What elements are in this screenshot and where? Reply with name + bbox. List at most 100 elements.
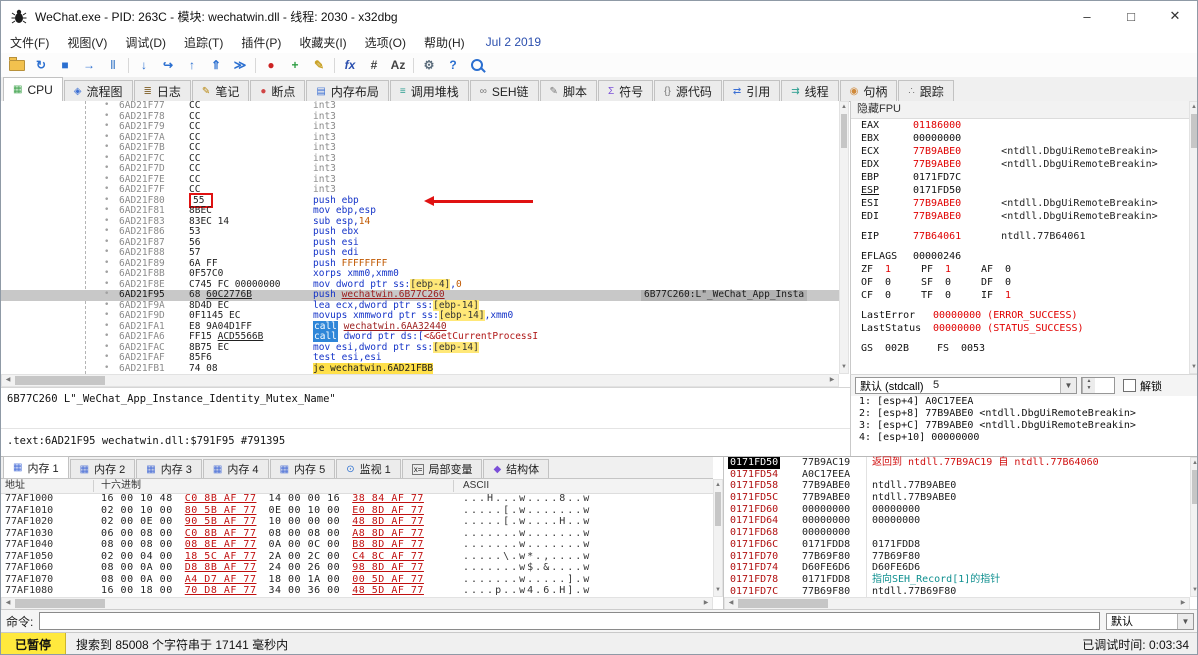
tab-source[interactable]: {} 源代码 — [654, 80, 722, 101]
breakpoint-dot-icon[interactable]: • — [104, 237, 109, 248]
argument-count-stepper[interactable]: 5 ▲ ▼ — [933, 377, 1115, 394]
register-row[interactable]: CF 0 TF 0 IF 1 — [851, 289, 1190, 302]
tab-dump3[interactable]: ▦ 内存 3 — [136, 459, 202, 478]
functions-fx-icon[interactable]: fx — [338, 55, 362, 76]
menu-item-view[interactable]: 视图(V) — [58, 31, 116, 53]
tab-threads[interactable]: ⇉ 线程 — [781, 80, 839, 101]
step-over-icon[interactable]: ↪ — [156, 55, 180, 76]
command-input[interactable] — [39, 612, 1100, 630]
arguments-pane[interactable]: 1: [esp+4] A0C17EEA 2: [esp+8] 77B9ABE0 <… — [850, 396, 1197, 456]
breakpoint-dot-icon[interactable]: • — [104, 268, 109, 279]
register-row[interactable]: LastStatus 00000000 (STATUS_SUCCESS) — [851, 322, 1190, 335]
dump-row[interactable]: 77AF1010 02 00 10 00 80 5B AF 77 0E 00 10 0… — [1, 505, 713, 517]
tab-trace[interactable]: ∴ 跟踪 — [898, 80, 954, 101]
pause-icon[interactable]: ‖ — [101, 55, 125, 76]
open-file-icon[interactable] — [5, 55, 29, 76]
tab-breakpoints[interactable]: ● 断点 — [250, 80, 306, 101]
register-row[interactable]: ESI 77B9ABE0 <ntdll.DbgUiRemoteBreakin> — [851, 197, 1190, 210]
breakpoint-dot-icon[interactable]: • — [104, 174, 109, 185]
step-out-icon[interactable]: ⇑ — [204, 55, 228, 76]
registers-pane[interactable]: 隐藏FPU EAX 01186000 EBX 00000000 ECX 77B9ABE0 <… — [850, 101, 1190, 374]
tab-handles[interactable]: ◉ 句柄 — [839, 80, 898, 101]
stack-row[interactable]: 0171FD70 77B69F80 77B69F80 — [724, 551, 1197, 563]
breakpoint-dot-icon[interactable]: • — [104, 310, 109, 321]
command-mode-select[interactable]: 默认 ▼ — [1106, 612, 1194, 630]
unlock-checkbox[interactable] — [1123, 379, 1136, 392]
menu-item-help[interactable]: 帮助(H) — [415, 31, 474, 53]
dump-vertical-scrollbar[interactable]: ▲ ▼ — [713, 479, 723, 597]
close-button[interactable]: ✕ — [1153, 1, 1197, 31]
maximize-button[interactable]: □ — [1109, 1, 1153, 31]
register-row[interactable]: LastError 00000000 (ERROR_SUCCESS) — [851, 309, 1190, 322]
breakpoint-dot-icon[interactable]: • — [104, 247, 109, 258]
breakpoint-dot-icon[interactable]: • — [104, 352, 109, 363]
dump-row[interactable]: 77AF1070 08 00 0A 00 A4 D7 AF 77 18 00 1A 0… — [1, 574, 713, 586]
memory-dump-pane[interactable]: ▦ 内存 1 ▦ 内存 2 ▦ 内存 3 ▦ 内存 4 ▦ 内存 5 ⊙ 监视 1 x= 局部变量 ◆ 结构体… — [1, 456, 723, 610]
comments-icon[interactable]: ✎ — [307, 55, 331, 76]
tab-script[interactable]: ✎ 脚本 — [539, 80, 597, 101]
stack-pane[interactable]: 0171FD50 77B9AC19 返回到 ntdll.77B9AC19 自 ntd… — [723, 457, 1197, 610]
disasm-row[interactable]: • 6AD21F88 57 push edi — [1, 247, 839, 259]
register-row[interactable]: EFLAGS 00000246 — [851, 250, 1190, 263]
step-into-icon[interactable]: ↓ — [132, 55, 156, 76]
disasm-row[interactable]: • 6AD21FAF 85F6 test esi,esi — [1, 352, 839, 364]
tab-references[interactable]: ⇄ 引用 — [722, 80, 781, 101]
breakpoint-dot-icon[interactable]: • — [104, 132, 109, 143]
register-row[interactable]: ESP 0171FD50 — [851, 184, 1190, 197]
breakpoint-dot-icon[interactable]: • — [104, 121, 109, 132]
dump-row[interactable]: 77AF1020 02 00 0E 00 90 5B AF 77 10 00 00 0… — [1, 516, 713, 528]
breakpoint-dot-icon[interactable]: • — [104, 289, 109, 300]
restart-icon[interactable]: ↻ — [29, 55, 53, 76]
disassembly-vertical-scrollbar[interactable]: ▲ ▼ — [839, 101, 849, 374]
unlock-checkbox-wrap[interactable]: 解锁 — [1123, 378, 1162, 394]
menu-item-trace[interactable]: 追踪(T) — [175, 31, 232, 53]
register-row[interactable]: GS 002B FS 0053 — [851, 342, 1190, 355]
trace-record-icon[interactable]: ● — [259, 55, 283, 76]
register-row[interactable]: EDX 77B9ABE0 <ntdll.DbgUiRemoteBreakin> — [851, 158, 1190, 171]
disasm-row[interactable]: • 6AD21F86 53 push ebx — [1, 226, 839, 238]
tab-dump4[interactable]: ▦ 内存 4 — [202, 459, 269, 478]
breakpoint-dot-icon[interactable]: • — [104, 184, 109, 195]
search-icon[interactable] — [465, 55, 489, 76]
dump-row[interactable]: 77AF1050 02 00 04 00 18 5C AF 77 2A 00 2C 0… — [1, 551, 713, 563]
disasm-row[interactable]: • 6AD21F77 CC int3 — [1, 101, 839, 112]
breakpoint-dot-icon[interactable]: • — [104, 205, 109, 216]
tab-dump1[interactable]: ▦ 内存 1 — [3, 456, 69, 478]
breakpoint-dot-icon[interactable]: • — [104, 163, 109, 174]
breakpoint-dot-icon[interactable]: • — [104, 321, 109, 332]
tab-locals[interactable]: x= 局部变量 — [401, 459, 483, 478]
register-row[interactable]: EBX 00000000 — [851, 132, 1190, 145]
register-row[interactable]: EDI 77B9ABE0 <ntdll.DbgUiRemoteBreakin> — [851, 210, 1190, 223]
menu-item-file[interactable]: 文件(F) — [1, 31, 58, 53]
breakpoint-dot-icon[interactable]: • — [104, 331, 109, 342]
stack-vertical-scrollbar[interactable]: ▲ ▼ — [1190, 457, 1197, 597]
tab-cpu[interactable]: ▦ CPU — [3, 77, 63, 101]
register-row[interactable]: ECX 77B9ABE0 <ntdll.DbgUiRemoteBreakin> — [851, 145, 1190, 158]
disasm-row[interactable]: • 6AD21F8B 0F57C0 xorps xmm0,xmm0 — [1, 268, 839, 280]
help-icon[interactable]: ? — [441, 55, 465, 76]
disasm-row[interactable]: • 6AD21F7D CC int3 — [1, 163, 839, 175]
disasm-row[interactable]: • 6AD21F79 CC int3 — [1, 121, 839, 133]
tab-symbols[interactable]: Σ 符号 — [597, 80, 654, 101]
argument-row[interactable]: 4: [esp+10] 00000000 — [851, 432, 1197, 444]
argument-row[interactable]: 3: [esp+C] 77B9ABE0 <ntdll.DbgUiRemoteBr… — [851, 420, 1197, 432]
menu-item-favourites[interactable]: 收藏夹(I) — [290, 31, 355, 53]
breakpoint-dot-icon[interactable]: • — [104, 300, 109, 311]
tab-watch1[interactable]: ⊙ 监视 1 — [336, 459, 401, 478]
breakpoint-dot-icon[interactable]: • — [104, 342, 109, 353]
registers-vertical-scrollbar[interactable]: ▲ ▼ — [1189, 101, 1197, 374]
tab-memory-map[interactable]: ▤ 内存布局 — [306, 80, 389, 101]
dump-row[interactable]: 77AF1030 06 00 08 00 C0 8B AF 77 08 00 08 0… — [1, 528, 713, 540]
breakpoint-dot-icon[interactable]: • — [104, 226, 109, 237]
tab-graph[interactable]: ◈ 流程图 — [63, 80, 133, 101]
tab-seh[interactable]: ∞ SEH链 — [469, 80, 539, 101]
strings-az-icon[interactable]: Az — [386, 55, 410, 76]
breakpoint-dot-icon[interactable]: • — [104, 195, 109, 206]
hide-fpu-toggle[interactable]: 隐藏FPU — [851, 101, 1190, 119]
patches-icon[interactable]: + — [283, 55, 307, 76]
breakpoint-dot-icon[interactable]: • — [104, 142, 109, 153]
stack-row[interactable]: 0171FD7C 77B69F80 ntdll.77B69F80 — [724, 586, 1197, 598]
argument-row[interactable]: 1: [esp+4] A0C17EEA — [851, 396, 1197, 408]
menu-item-debug[interactable]: 调试(D) — [116, 31, 175, 53]
disassembly-pane[interactable]: • 6AD21F77 CC int3 • 6AD21F78 CC int3 • 6AD21F79 C… — [1, 101, 839, 374]
